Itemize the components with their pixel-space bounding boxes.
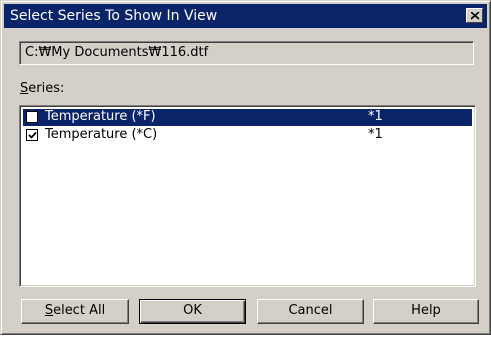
series-label: Series: — [20, 81, 64, 96]
file-path-field: C:₩My Documents₩116.dtf — [19, 41, 474, 65]
select-all-accel: S — [44, 303, 54, 318]
series-value: *1 — [368, 127, 383, 142]
close-icon — [471, 12, 480, 20]
series-row[interactable]: Temperature (*F) *1 — [23, 109, 472, 126]
close-button[interactable] — [466, 8, 483, 23]
ok-button[interactable]: OK — [139, 299, 246, 324]
select-all-label: elect All — [53, 303, 106, 318]
dialog-title: Select Series To Show In View — [10, 8, 218, 24]
series-value: *1 — [368, 109, 383, 124]
select-series-dialog: Select Series To Show In View C:₩My Docu… — [0, 0, 491, 335]
file-path-text: C:₩My Documents₩116.dtf — [25, 45, 209, 60]
series-list[interactable]: Temperature (*F) *1 Temperature (*C) *1 — [19, 105, 476, 287]
series-name: Temperature (*F) — [45, 109, 156, 124]
help-button[interactable]: Help — [373, 299, 479, 324]
select-all-button[interactable]: Select All — [21, 299, 129, 324]
series-label-text: eries: — [28, 81, 65, 96]
title-bar[interactable]: Select Series To Show In View — [4, 4, 487, 28]
series-checkbox[interactable] — [26, 129, 38, 141]
checkmark-icon — [28, 131, 37, 139]
series-row[interactable]: Temperature (*C) *1 — [23, 127, 472, 144]
cancel-button[interactable]: Cancel — [257, 299, 364, 324]
series-checkbox[interactable] — [26, 111, 38, 123]
series-name: Temperature (*C) — [45, 127, 158, 142]
